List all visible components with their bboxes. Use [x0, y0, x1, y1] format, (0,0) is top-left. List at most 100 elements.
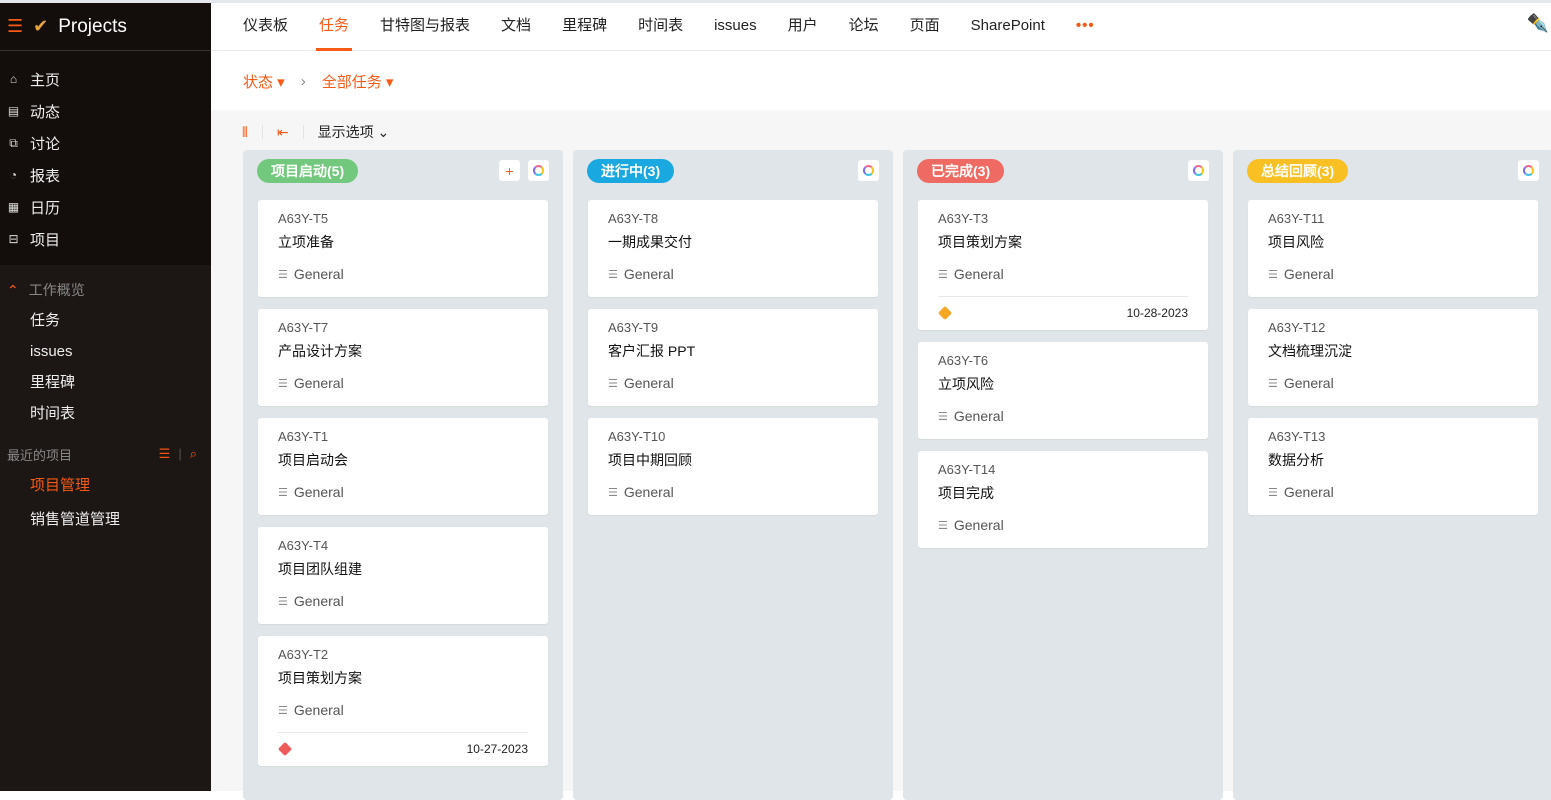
tag-label: General: [293, 266, 344, 282]
add-task-button[interactable]: +: [499, 160, 520, 181]
task-card[interactable]: A63Y-T6 立项风险 ☰ General: [918, 342, 1208, 439]
tab[interactable]: 页面: [910, 3, 940, 51]
signature-logo-icon: ✒️: [1526, 13, 1549, 33]
task-card[interactable]: A63Y-T5 立项准备 ☰ General: [258, 200, 548, 297]
task-card[interactable]: A63Y-T14 项目完成 ☰ General: [918, 451, 1208, 548]
task-id: A63Y-T5: [278, 211, 329, 226]
task-card[interactable]: A63Y-T2 项目策划方案 ☰ General 10-27-2023: [258, 636, 548, 766]
column-color-button[interactable]: [528, 160, 549, 181]
column-settings-icon[interactable]: ⫴: [242, 124, 248, 141]
color-ring-icon: [533, 165, 544, 176]
filter-icon[interactable]: ☰: [159, 446, 171, 462]
sidebar-item-label: 项目: [30, 231, 61, 249]
task-tag: ☰ General: [278, 266, 528, 282]
sidebar-item-label: 讨论: [30, 135, 61, 153]
task-id: A63Y-T2: [278, 647, 329, 662]
due-date: 10-28-2023: [1126, 306, 1188, 320]
more-tabs-icon[interactable]: •••: [1076, 3, 1095, 51]
tab[interactable]: 甘特图与报表: [380, 3, 470, 51]
tab[interactable]: 仪表板: [243, 3, 288, 51]
collapse-icon[interactable]: ⌃: [7, 282, 19, 299]
tag-label: General: [293, 484, 344, 500]
tab[interactable]: 时间表: [638, 3, 683, 51]
priority-flag-icon: [937, 305, 953, 321]
task-name: 一期成果交付: [608, 234, 692, 250]
task-card[interactable]: A63Y-T4 项目团队组建 ☰ General: [258, 527, 548, 624]
column-header: 项目启动(5) +: [243, 150, 563, 200]
sidebar-item-4[interactable]: ▦ 日历: [0, 191, 211, 223]
task-card[interactable]: A63Y-T7 产品设计方案 ☰ General: [258, 309, 548, 406]
task-id: A63Y-T1: [278, 429, 329, 444]
tasklist-icon: ☰: [278, 704, 288, 717]
sidebar-item-0[interactable]: ⌂ 主页: [0, 63, 211, 95]
sidebar-item-5[interactable]: ⊟ 项目: [0, 223, 211, 255]
sidebar-item-1[interactable]: ▤ 动态: [0, 95, 211, 127]
column-title-pill: 项目启动(5): [257, 159, 359, 183]
tag-label: General: [623, 266, 674, 282]
status-dropdown[interactable]: 状态 ▾: [243, 71, 285, 92]
sidebar-item-3[interactable]: ◔ 报表: [0, 159, 211, 191]
task-card[interactable]: A63Y-T1 项目启动会 ☰ General: [258, 418, 548, 515]
tab[interactable]: 论坛: [849, 3, 879, 51]
tag-label: General: [1283, 375, 1334, 391]
tag-label: General: [953, 266, 1004, 282]
task-card[interactable]: A63Y-T3 项目策划方案 ☰ General 10-28-2023: [918, 200, 1208, 330]
task-tag: ☰ General: [1268, 484, 1518, 500]
sidebar-item-label: 日历: [30, 199, 61, 217]
sidebar-subitem[interactable]: 里程碑: [0, 367, 211, 398]
tab[interactable]: issues: [714, 3, 757, 51]
section-work-overview[interactable]: ⌃ 工作概览: [0, 275, 211, 305]
kanban-column: 已完成(3) A63Y-T3 项目策划方案 ☰ General 10-28-2023 A63…: [903, 150, 1223, 800]
task-card[interactable]: A63Y-T13 数据分析 ☰ General: [1248, 418, 1538, 515]
tasklist-icon: ☰: [608, 268, 618, 281]
column-color-button[interactable]: [1188, 160, 1209, 181]
all-tasks-dropdown[interactable]: 全部任务 ▾: [322, 71, 394, 92]
task-card[interactable]: A63Y-T12 文档梳理沉淀 ☰ General: [1248, 309, 1538, 406]
color-ring-icon: [1193, 165, 1204, 176]
sidebar-item-2[interactable]: ⧉ 讨论: [0, 127, 211, 159]
tasklist-icon: ☰: [278, 268, 288, 281]
tab[interactable]: 文档: [501, 3, 531, 51]
task-tag: ☰ General: [608, 266, 858, 282]
tasklist-icon: ☰: [278, 595, 288, 608]
task-tag: ☰ General: [278, 375, 528, 391]
task-id: A63Y-T14: [938, 462, 996, 477]
sidebar-item-label: 动态: [30, 103, 61, 121]
sidebar-subitem[interactable]: issues: [0, 336, 211, 367]
tag-label: General: [293, 593, 344, 609]
task-card[interactable]: A63Y-T10 项目中期回顾 ☰ General: [588, 418, 878, 515]
column-count: (3): [1317, 163, 1335, 179]
column-color-button[interactable]: [1518, 160, 1539, 181]
column-color-button[interactable]: [858, 160, 879, 181]
kanban-column: 项目启动(5) + A63Y-T5 立项准备 ☰ General A63Y-T7 产品设计方案…: [243, 150, 563, 800]
card-footer: 10-27-2023: [277, 732, 528, 757]
sidebar-item-label: 报表: [30, 167, 61, 185]
tab[interactable]: 里程碑: [562, 3, 607, 51]
column-count: (5): [327, 163, 345, 179]
recent-project[interactable]: 销售管道管理: [0, 503, 211, 537]
tab[interactable]: 任务: [316, 3, 353, 51]
search-icon[interactable]: ⌕: [190, 446, 197, 462]
sidebar-subitem[interactable]: 时间表: [0, 398, 211, 429]
collapse-columns-icon[interactable]: ⇤: [277, 124, 289, 141]
task-id: A63Y-T8: [608, 211, 659, 226]
task-card[interactable]: A63Y-T9 客户汇报 PPT ☰ General: [588, 309, 878, 406]
tab[interactable]: SharePoint: [971, 3, 1045, 51]
sidebar-subitem[interactable]: 任务: [0, 305, 211, 336]
recent-project[interactable]: 项目管理: [0, 469, 211, 503]
task-name: 立项准备: [278, 234, 334, 250]
tasklist-icon: ☰: [1268, 486, 1278, 499]
task-card[interactable]: A63Y-T11 项目风险 ☰ General: [1248, 200, 1538, 297]
tag-label: General: [953, 408, 1004, 424]
discussion-icon: ⧉: [9, 135, 18, 150]
display-options-button[interactable]: 显示选项 ⌄: [318, 122, 390, 142]
column-header: 已完成(3): [903, 150, 1223, 200]
report-icon: ◔: [9, 168, 18, 182]
task-name: 客户汇报 PPT: [608, 343, 696, 359]
task-card[interactable]: A63Y-T8 一期成果交付 ☰ General: [588, 200, 878, 297]
sidebar: ☰ ✔ Projects ⌂ 主页 ▤ 动态 ⧉ 讨论 ◔ 报表 ▦ 日历 ⊟ 项目 ⌃ 工作概览 任务…: [0, 3, 211, 791]
tab[interactable]: 用户: [788, 3, 818, 51]
kanban-column: 总结回顾(3) A63Y-T11 项目风险 ☰ General A63Y-T12 文档梳理沉…: [1233, 150, 1551, 800]
menu-icon[interactable]: ☰: [7, 16, 23, 37]
column-title: 进行中: [601, 163, 643, 179]
